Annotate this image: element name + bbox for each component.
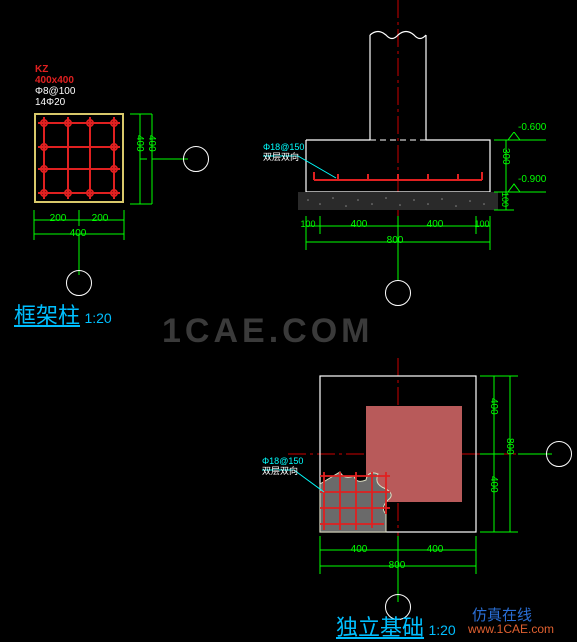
dim-400b: 400 <box>400 219 470 230</box>
footing-title: 独立基础 <box>336 615 424 640</box>
column-name: KZ <box>35 64 48 75</box>
dim-100l: 100 <box>298 219 318 229</box>
dim-200a: 200 <box>38 213 78 224</box>
footing-title-group: 独立基础 1:20 <box>336 610 456 642</box>
footing-plan-dims <box>258 358 577 618</box>
column-scale: 1:20 <box>84 310 111 326</box>
axis-bubble-section-bottom <box>385 280 411 306</box>
dim-400a: 400 <box>324 219 394 230</box>
plan-dim-400b: 400 <box>400 544 470 555</box>
column-dimensions <box>20 100 190 280</box>
dim-100r: 100 <box>472 219 492 229</box>
plan-dim-400r1: 400 <box>488 398 499 415</box>
column-size: 400x400 <box>35 75 74 86</box>
plan-dim-400r2: 400 <box>488 476 499 493</box>
watermark-sub2: www.1CAE.com <box>468 622 554 636</box>
dim-800: 800 <box>360 235 430 246</box>
footing-section-dims <box>258 130 577 300</box>
column-stirrup: Φ8@100 <box>35 86 75 97</box>
dim-100v: 100 <box>500 192 510 207</box>
axis-bubble-plan-right <box>546 441 572 467</box>
plan-dim-800b: 800 <box>362 560 432 571</box>
dim-400rt: 400 <box>146 135 157 152</box>
plan-dim-800r: 800 <box>504 438 515 455</box>
axis-bubble-column-bottom <box>66 270 92 296</box>
dim-400r: 400 <box>134 135 145 152</box>
column-title-group: 框架柱 1:20 <box>14 298 112 330</box>
dim-200b: 200 <box>80 213 120 224</box>
plan-dim-400a: 400 <box>324 544 394 555</box>
watermark-main: 1CAE.COM <box>162 312 373 351</box>
column-title: 框架柱 <box>14 303 80 328</box>
dim-400b: 400 <box>48 228 108 239</box>
dim-300: 300 <box>500 148 511 165</box>
axis-bubble-column-right <box>183 146 209 172</box>
footing-scale: 1:20 <box>428 622 455 638</box>
